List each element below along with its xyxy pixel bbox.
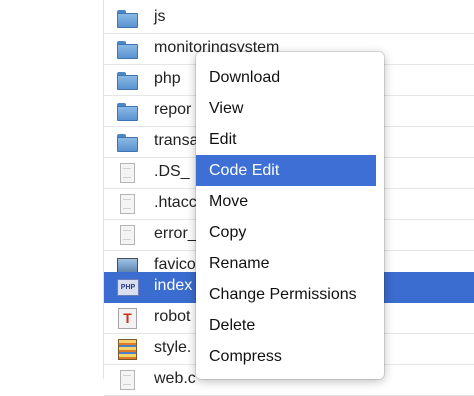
folder-icon [116, 70, 138, 90]
menu-item-edit[interactable]: Edit [196, 124, 384, 155]
file-name: style. [154, 339, 192, 356]
file-name: php [154, 70, 181, 87]
folder-icon [116, 132, 138, 152]
menu-item-move[interactable]: Move [196, 186, 384, 217]
stylesheet-icon [116, 339, 138, 360]
context-menu: Download View Edit Code Edit Move Copy R… [196, 52, 384, 379]
file-name: js [154, 8, 166, 25]
php-file-icon [116, 277, 139, 297]
menu-item-download[interactable]: Download [196, 62, 384, 93]
folder-icon [116, 101, 138, 121]
text-file-icon [116, 308, 138, 329]
document-icon [116, 194, 138, 214]
menu-item-delete[interactable]: Delete [196, 310, 384, 341]
file-name: transa [154, 132, 199, 149]
file-name: error_ [154, 225, 197, 242]
document-icon [116, 225, 138, 245]
folder-icon [116, 8, 138, 28]
menu-item-copy[interactable]: Copy [196, 217, 384, 248]
file-name: .DS_ [154, 163, 190, 180]
file-name: index [154, 277, 193, 294]
menu-item-rename[interactable]: Rename [196, 248, 384, 279]
file-name: web.c [154, 370, 196, 387]
menu-item-code-edit[interactable]: Code Edit [196, 155, 376, 186]
file-name: .htacc [154, 194, 197, 211]
left-gutter [0, 0, 104, 379]
list-item-js[interactable]: js [104, 3, 474, 34]
menu-item-change-permissions[interactable]: Change Permissions [196, 279, 384, 310]
menu-item-compress[interactable]: Compress [196, 341, 384, 372]
file-name: robot [154, 308, 191, 325]
folder-icon [116, 39, 138, 59]
file-name: repor [154, 101, 192, 118]
document-icon [116, 370, 138, 390]
menu-item-view[interactable]: View [196, 93, 384, 124]
document-icon [116, 163, 138, 183]
